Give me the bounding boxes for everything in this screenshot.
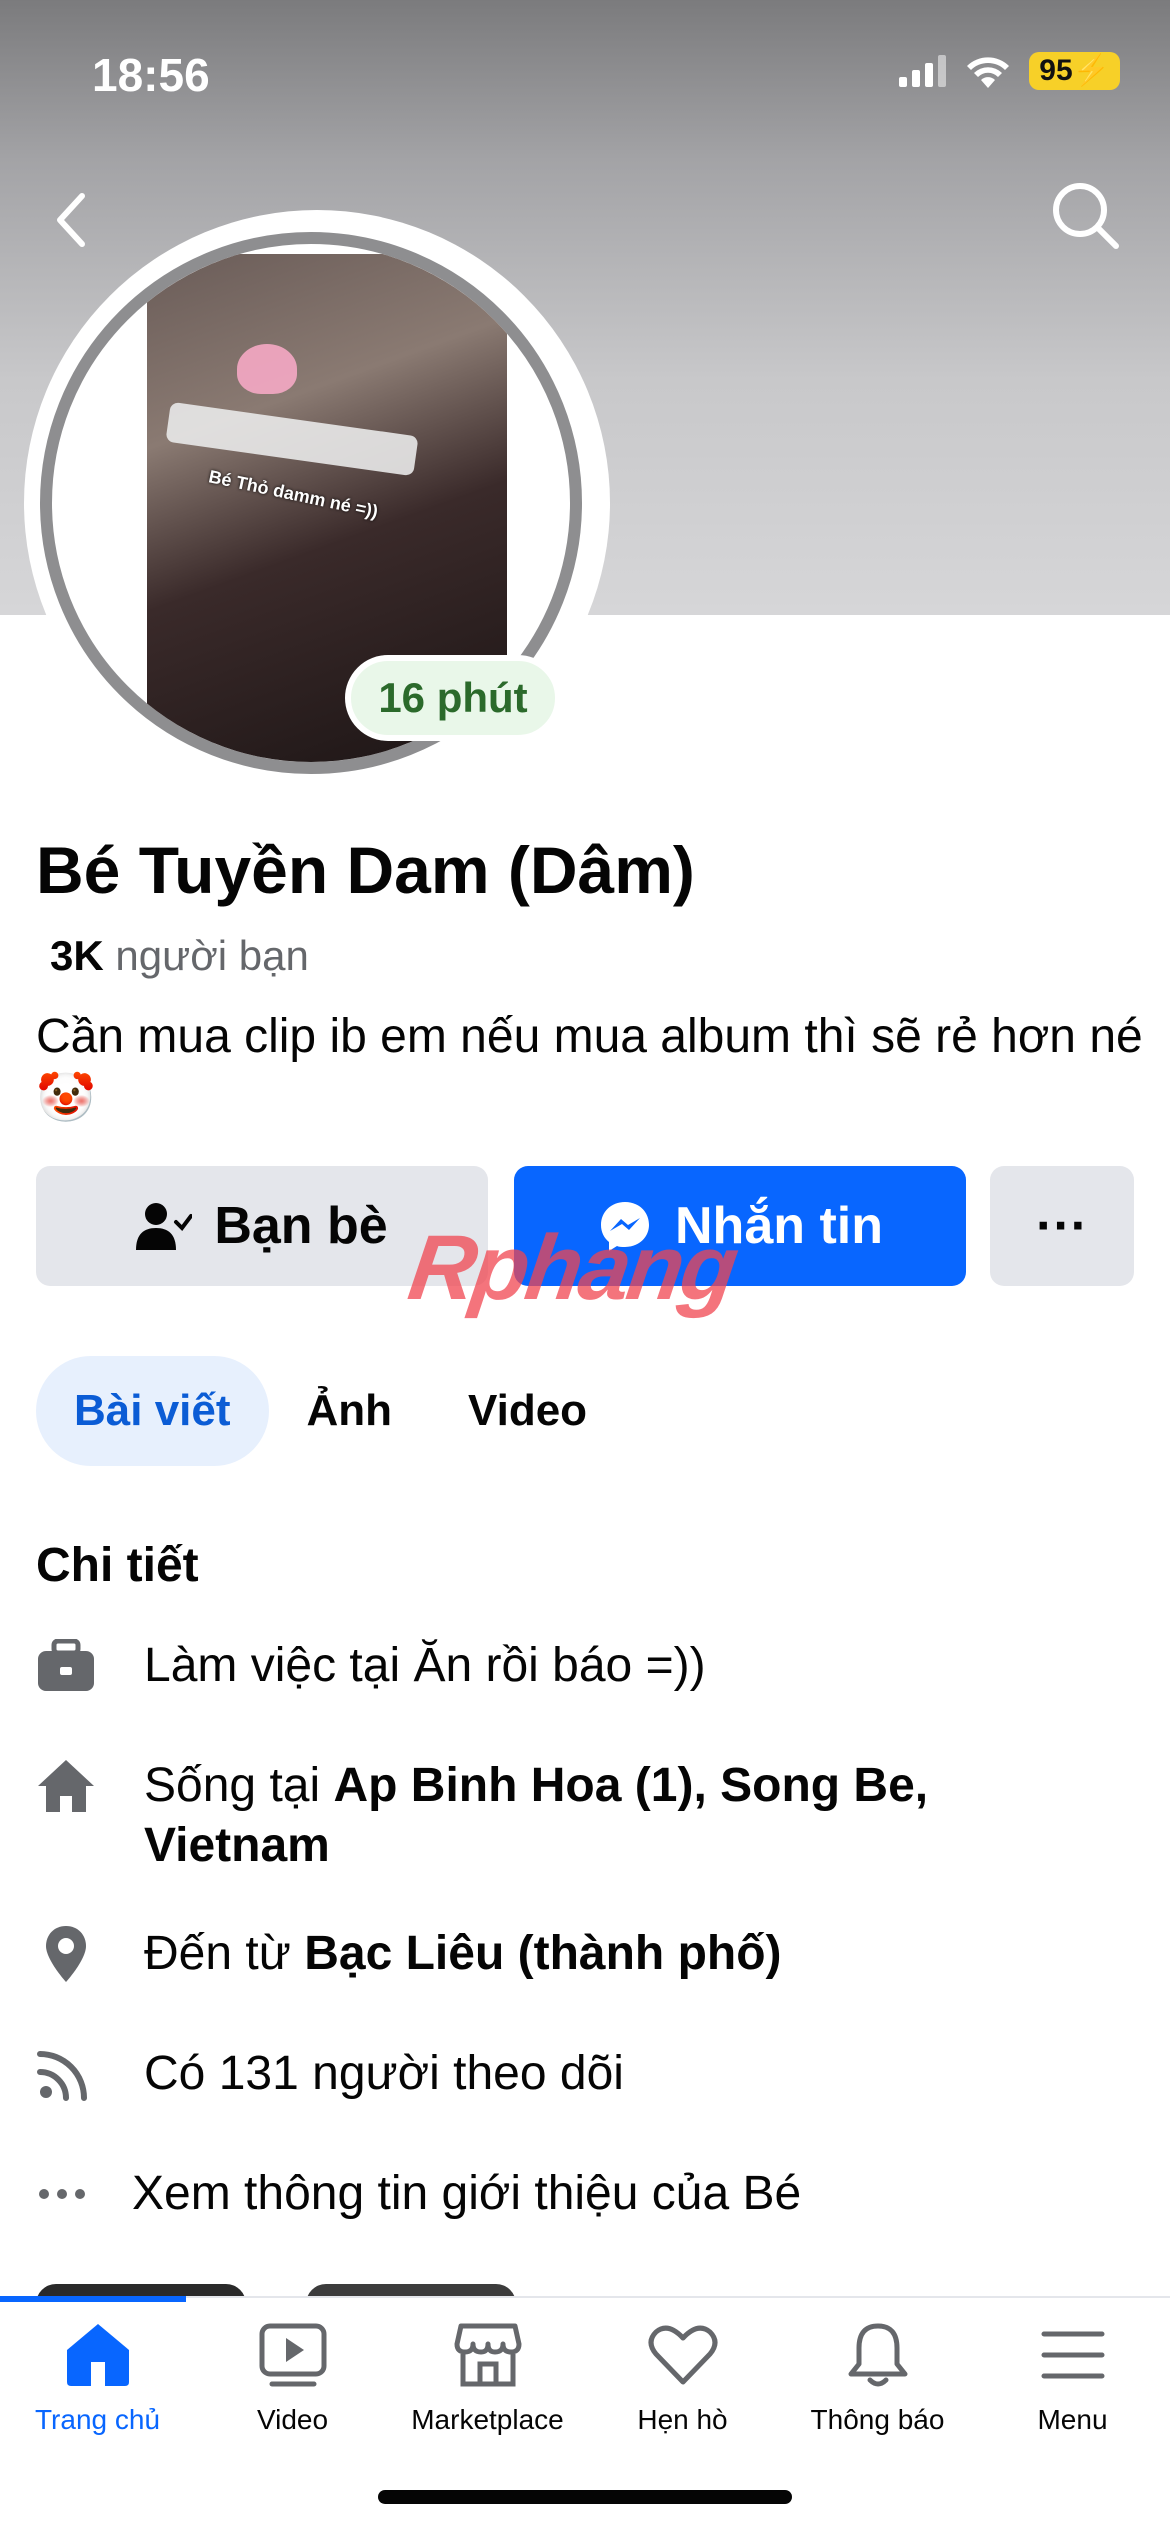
nav-notifications-label: Thông báo <box>810 2404 945 2435</box>
battery-indicator: 95⚡ <box>1029 52 1120 90</box>
signal-icon <box>899 55 947 87</box>
from-value[interactable]: Bạc Liêu (thành phố) <box>304 1927 781 1980</box>
lace-detail <box>165 401 419 477</box>
nav-dating[interactable]: Hẹn hò <box>585 2320 780 2436</box>
nav-menu[interactable]: Menu <box>975 2320 1170 2436</box>
nav-marketplace[interactable]: Marketplace <box>390 2320 585 2436</box>
friends-count[interactable]: 3K người bạn <box>50 932 309 980</box>
rss-icon <box>36 2044 108 2104</box>
detail-followers: Có 131 người theo dõi <box>36 2044 624 2104</box>
active-tab-indicator <box>0 2296 186 2302</box>
nav-video[interactable]: Video <box>195 2320 390 2436</box>
friends-button-label: Bạn bè <box>214 1197 388 1255</box>
nav-video-label: Video <box>256 2404 329 2435</box>
tab-video[interactable]: Video <box>430 1356 625 1466</box>
friends-number: 3K <box>50 932 104 979</box>
active-time-badge: 16 phút <box>345 655 561 741</box>
nav-dating-label: Hẹn hò <box>637 2404 728 2435</box>
video-icon <box>259 2323 326 2387</box>
profile-name: Bé Tuyền Dam (Dâm) <box>36 833 695 907</box>
wifi-icon <box>967 57 1010 88</box>
nav-menu-label: Menu <box>1037 2404 1108 2435</box>
search-icon[interactable] <box>1050 180 1122 252</box>
tab-posts[interactable]: Bài viết <box>36 1356 269 1466</box>
nav-notifications[interactable]: Thông báo <box>780 2320 975 2436</box>
friends-label: người bạn <box>103 932 309 979</box>
status-icons: 95⚡ <box>899 52 1120 90</box>
home-indicator <box>378 2490 792 2504</box>
butterfly-sticker <box>237 344 297 394</box>
work-prefix: Làm việc tại <box>144 1639 414 1692</box>
profile-bio: Cần mua clip ib em nếu mua album thì sẽ … <box>36 1010 1143 1125</box>
see-about-text: Xem thông tin giới thiệu của Bé <box>132 2167 802 2220</box>
watermark: Rphang <box>402 1217 742 1319</box>
home-icon <box>66 2324 129 2386</box>
profile-tabs: Bài viết Ảnh Video <box>36 1356 625 1466</box>
work-value: Ăn rồi báo =)) <box>413 1639 706 1692</box>
status-time: 18:56 <box>92 49 210 101</box>
nav-marketplace-label: Marketplace <box>411 2404 564 2435</box>
detail-see-about[interactable]: Xem thông tin giới thiệu của Bé <box>36 2164 801 2224</box>
marketplace-icon <box>454 2323 521 2387</box>
followers-text: Có 131 người theo dõi <box>144 2047 624 2100</box>
detail-lives: Sống tại Ap Binh Hoa (1), Song Be, Vietn… <box>36 1756 1044 1876</box>
details-title: Chi tiết <box>36 1539 199 1592</box>
more-options-button[interactable]: ··· <box>990 1166 1134 1286</box>
from-prefix: Đến từ <box>144 1927 305 1980</box>
detail-work: Làm việc tại Ăn rồi báo =)) <box>36 1636 706 1696</box>
nav-home[interactable]: Trang chủ <box>0 2320 195 2436</box>
home-outline-icon <box>36 1756 108 1816</box>
more-dots-icon <box>36 2164 108 2224</box>
menu-icon <box>1041 2331 1104 2379</box>
briefcase-icon <box>36 1636 108 1696</box>
tab-photos[interactable]: Ảnh <box>269 1356 431 1466</box>
lives-prefix: Sống tại <box>144 1759 334 1812</box>
friend-check-icon <box>136 1203 193 1250</box>
more-icon: ··· <box>1036 1197 1088 1255</box>
detail-from: Đến từ Bạc Liêu (thành phố) <box>36 1924 782 1984</box>
chevron-left-icon[interactable] <box>52 190 92 250</box>
nav-home-label: Trang chủ <box>34 2404 161 2435</box>
bell-icon <box>848 2323 907 2387</box>
photo-caption: Bé Thỏ damm né =)) <box>206 466 380 522</box>
heart-icon <box>648 2325 717 2385</box>
location-pin-icon <box>36 1924 108 1984</box>
